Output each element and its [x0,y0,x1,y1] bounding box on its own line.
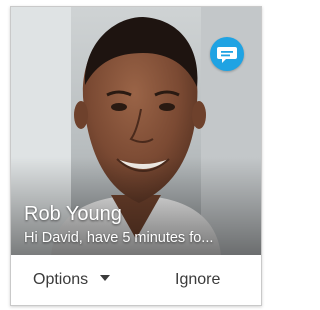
message-preview: Hi David, have 5 minutes fo... [24,230,214,246]
options-label: Options [33,271,89,288]
chat-bubble-glyph [217,47,237,63]
chat-bubble-icon [210,37,244,71]
caller-photo: Rob Young Hi David, have 5 minutes fo... [11,7,261,255]
caller-name: Rob Young [24,203,122,225]
incoming-message-toast[interactable]: Rob Young Hi David, have 5 minutes fo...… [10,6,262,306]
toast-actions: Options Ignore [11,255,261,305]
ignore-button[interactable]: Ignore [175,255,220,305]
options-button[interactable]: Options [33,255,111,305]
chevron-down-icon [100,274,111,281]
